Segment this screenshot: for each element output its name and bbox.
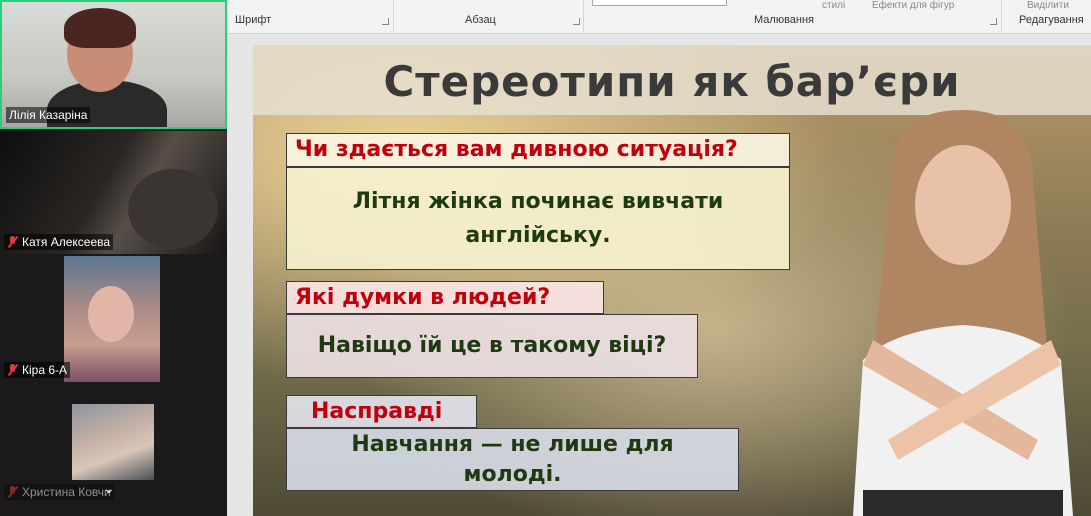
dialog-launcher-icon[interactable] (382, 18, 389, 25)
ribbon-separator (1001, 0, 1002, 32)
question-box[interactable]: Насправді (286, 395, 477, 428)
mic-muted-icon (7, 364, 18, 376)
ribbon-group-font: Шрифт (235, 14, 272, 26)
answer-text: Навіщо їй це в такому віці? (317, 333, 667, 358)
ribbon-group-editing: Редагування (1019, 14, 1084, 26)
participant-tile[interactable]: Катя Алексеева (0, 131, 227, 254)
participant-video (64, 256, 160, 382)
participant-video (128, 169, 218, 249)
slide-title: Стереотипи як бар’єри (383, 57, 961, 106)
ribbon-group-drawing: Малювання (754, 14, 815, 26)
participant-name: Христина Ковчи (4, 484, 114, 500)
participant-tile[interactable]: Христина Ковчи ⌄ (0, 384, 227, 516)
participant-name: Лілія Казаріна (6, 107, 91, 123)
slide[interactable]: Стереотипи як бар’єри Чи здається вам ди… (253, 45, 1091, 516)
participant-video-hair (64, 8, 136, 48)
ribbon: Шрифт Абзац стилі Ефекти для фігур Малюв… (227, 0, 1091, 34)
answer-box[interactable]: Навіщо їй це в такому віці? (286, 314, 698, 378)
answer-text: Навчання — не лише для молоді. (351, 431, 674, 487)
chevron-down-icon[interactable]: ⌄ (103, 482, 115, 496)
select-label[interactable]: Виділити (1027, 0, 1069, 11)
question-box[interactable]: Які думки в людей? (286, 281, 604, 314)
dialog-launcher-icon[interactable] (990, 18, 997, 25)
ribbon-separator (583, 0, 584, 32)
mic-muted-icon (7, 486, 18, 498)
belt (863, 490, 1063, 516)
participants-panel: Лілія Казаріна Катя Алексеева Кіра 6-А Х… (0, 0, 227, 516)
face (915, 145, 1011, 265)
question-box[interactable]: Чи здається вам дивною ситуація? (286, 133, 790, 167)
answer-text: Літня жінка починає вивчати англійську. (352, 188, 724, 248)
slide-picture-girl[interactable] (833, 110, 1091, 516)
ribbon-separator (393, 0, 394, 32)
participant-video-face (88, 286, 134, 342)
shape-effects-label[interactable]: Ефекти для фігур (872, 0, 954, 11)
participant-tile[interactable]: Лілія Казаріна (0, 0, 227, 129)
styles-label[interactable]: стилі (822, 0, 845, 11)
mic-muted-icon (7, 236, 18, 248)
dialog-launcher-icon[interactable] (573, 18, 580, 25)
participant-name: Катя Алексеева (4, 234, 114, 250)
participant-tile[interactable]: Кіра 6-А (0, 256, 227, 382)
ribbon-group-paragraph: Абзац (465, 14, 496, 26)
answer-box[interactable]: Навчання — не лише для молоді. (286, 428, 739, 491)
answer-box[interactable]: Літня жінка починає вивчати англійську. (286, 167, 790, 270)
shape-gallery-box[interactable] (592, 0, 727, 6)
participant-video (72, 404, 154, 480)
participant-name: Кіра 6-А (4, 362, 71, 378)
